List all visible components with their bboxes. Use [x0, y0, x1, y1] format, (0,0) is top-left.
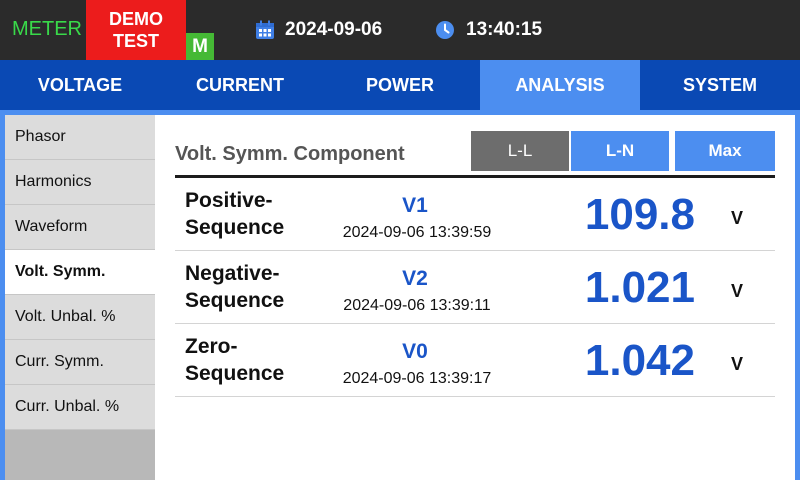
sidebar-item-waveform[interactable]: Waveform: [5, 205, 155, 250]
sequence-name-line1: Positive-: [185, 189, 273, 212]
sequence-value: 1.042: [584, 336, 695, 385]
sequence-name: Negative- Sequence: [185, 260, 325, 314]
sequence-name-line2: Sequence: [185, 216, 285, 239]
sequence-timestamp: 2024-09-06 13:39:59: [342, 224, 492, 241]
tab-system[interactable]: SYSTEM: [640, 60, 800, 110]
line-to-neutral-button[interactable]: L-N: [571, 131, 669, 171]
sequence-unit: V: [731, 281, 744, 301]
panel-title: Volt. Symm. Component: [175, 143, 405, 165]
sequence-symbol: V1: [402, 194, 428, 217]
sequence-name: Positive- Sequence: [185, 187, 325, 241]
sequence-name-line1: Negative-: [185, 262, 280, 285]
sequence-name-line2: Sequence: [185, 289, 285, 312]
tab-analysis[interactable]: ANALYSIS: [480, 60, 640, 110]
sequence-timestamp: 2024-09-06 13:39:17: [342, 370, 492, 387]
sidebar-item-curr-unbal[interactable]: Curr. Unbal. %: [5, 385, 155, 430]
sequence-unit: V: [731, 354, 744, 374]
sidebar-item-harmonics[interactable]: Harmonics: [5, 160, 155, 205]
sequence-symbol: V2: [402, 267, 428, 290]
symmetrical-component-panel: Volt. Symm. Component L-L L-N Max Positi…: [155, 115, 795, 480]
tab-current[interactable]: CURRENT: [160, 60, 320, 110]
sequence-unit: V: [731, 208, 744, 228]
main-tab-bar: VOLTAGE CURRENT POWER ANALYSIS SYSTEM: [0, 60, 800, 110]
content-frame: Phasor Harmonics Waveform Volt. Symm. Vo…: [0, 110, 800, 480]
sequence-timestamp: 2024-09-06 13:39:11: [343, 297, 491, 314]
sidebar-item-volt-unbal[interactable]: Volt. Unbal. %: [5, 295, 155, 340]
sidebar-item-curr-symm[interactable]: Curr. Symm.: [5, 340, 155, 385]
sequence-row-negative: Negative- Sequence V2 2024-09-06 13:39:1…: [175, 251, 775, 324]
sequence-row-zero: Zero- Sequence V0 2024-09-06 13:39:17 1.…: [175, 324, 775, 397]
sequence-value: 1.021: [584, 263, 695, 312]
sequence-row-positive: Positive- Sequence V1 2024-09-06 13:39:5…: [175, 178, 775, 251]
calendar-icon: [256, 20, 274, 39]
sidebar-item-volt-symm[interactable]: Volt. Symm.: [5, 250, 155, 295]
line-to-line-button[interactable]: L-L: [471, 131, 569, 171]
sequence-name: Zero- Sequence: [185, 333, 325, 387]
clock-icon: [436, 21, 454, 39]
demo-test-label: DEMO TEST: [109, 9, 163, 51]
max-button[interactable]: Max: [675, 131, 775, 171]
sequence-symbol: V0: [402, 340, 428, 363]
demo-test-badge: DEMO TEST: [86, 0, 186, 60]
meter-label: METER: [12, 18, 82, 40]
sequence-name-line2: Sequence: [185, 362, 285, 385]
current-date: 2024-09-06: [285, 19, 383, 40]
analysis-sidebar: Phasor Harmonics Waveform Volt. Symm. Vo…: [5, 115, 155, 480]
mode-badge: M: [186, 33, 214, 60]
tab-power[interactable]: POWER: [320, 60, 480, 110]
tab-voltage[interactable]: VOLTAGE: [0, 60, 160, 110]
sequence-value: 109.8: [584, 190, 695, 239]
sequence-name-line1: Zero-: [185, 335, 238, 358]
current-time: 13:40:15: [466, 19, 543, 40]
sidebar-item-phasor[interactable]: Phasor: [5, 115, 155, 160]
status-bar: METER DEMO TEST M 2024-09-06 13:40:15: [0, 0, 800, 60]
